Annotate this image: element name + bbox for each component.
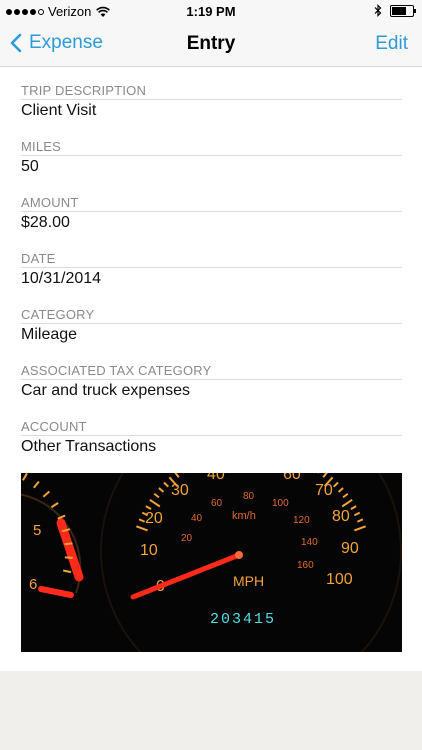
status-time: 1:19 PM — [186, 4, 236, 19]
field-value: Other Transactions — [21, 438, 157, 455]
field-label: TRIP DESCRIPTION — [21, 67, 402, 100]
kmh-label-40: 40 — [191, 513, 203, 524]
field-date: DATE 10/31/2014 — [21, 235, 402, 291]
field-label: AMOUNT — [21, 179, 402, 212]
field-value: Car and truck expenses — [21, 382, 190, 399]
kmh-label-120: 120 — [293, 515, 310, 526]
speed-label-30: 30 — [171, 482, 189, 499]
speed-label-60: 60 — [283, 473, 301, 483]
kmh-label-20: 20 — [181, 533, 193, 544]
field-label: ACCOUNT — [21, 403, 402, 436]
kmh-label-140: 140 — [301, 537, 318, 548]
field-value: Client Visit — [21, 102, 97, 119]
odometer-reading: 203415 — [210, 611, 276, 628]
speed-label-20: 20 — [145, 510, 163, 527]
speed-label-10: 10 — [140, 542, 158, 559]
field-amount: AMOUNT $28.00 — [21, 179, 402, 235]
kmh-label-100: 100 — [272, 498, 289, 509]
page-title: Entry — [186, 33, 236, 54]
status-right — [374, 4, 416, 17]
field-label: CATEGORY — [21, 291, 402, 324]
field-trip-description: TRIP DESCRIPTION Client Visit — [21, 67, 402, 123]
speed-label-40: 40 — [207, 473, 225, 483]
rpm-label-6: 6 — [29, 576, 37, 593]
edit-button[interactable]: Edit — [375, 33, 408, 55]
kmh-unit: km/h — [232, 510, 256, 522]
field-category: CATEGORY Mileage — [21, 291, 402, 347]
speed-label-90: 90 — [341, 540, 359, 557]
speed-label-80: 80 — [332, 508, 350, 525]
battery-icon — [390, 4, 416, 17]
rpm-label-5: 5 — [33, 522, 41, 539]
field-value: $28.00 — [21, 214, 70, 231]
receipt-photo[interactable]: 5 6 0 10 20 30 40 60 70 80 90 100 20 40 … — [21, 473, 402, 652]
navigation-bar: Expense Entry Edit — [0, 22, 422, 67]
speedometer-image: 5 6 0 10 20 30 40 60 70 80 90 100 20 40 … — [21, 473, 402, 652]
field-label: MILES — [21, 123, 402, 156]
field-label: DATE — [21, 235, 402, 268]
field-value: 10/31/2014 — [21, 270, 102, 287]
kmh-label-160: 160 — [297, 560, 314, 571]
field-miles: MILES 50 — [21, 123, 402, 179]
field-tax-category: ASSOCIATED TAX CATEGORY Car and truck ex… — [21, 347, 402, 403]
status-bar: Verizon 1:19 PM — [0, 0, 422, 22]
rpm-tick — [64, 542, 73, 546]
kmh-label-60: 60 — [211, 498, 223, 509]
field-value: 50 — [21, 158, 39, 175]
entry-details: TRIP DESCRIPTION Client Visit MILES 50 A… — [0, 67, 422, 671]
footer-area — [0, 671, 422, 750]
field-value: Mileage — [21, 326, 78, 343]
speed-label-100: 100 — [326, 571, 353, 588]
bluetooth-icon — [374, 4, 382, 17]
mph-unit: MPH — [233, 573, 264, 589]
speed-label-70: 70 — [315, 482, 333, 499]
field-label: ASSOCIATED TAX CATEGORY — [21, 347, 402, 380]
field-account: ACCOUNT Other Transactions — [21, 403, 402, 459]
kmh-label-80: 80 — [243, 491, 255, 502]
